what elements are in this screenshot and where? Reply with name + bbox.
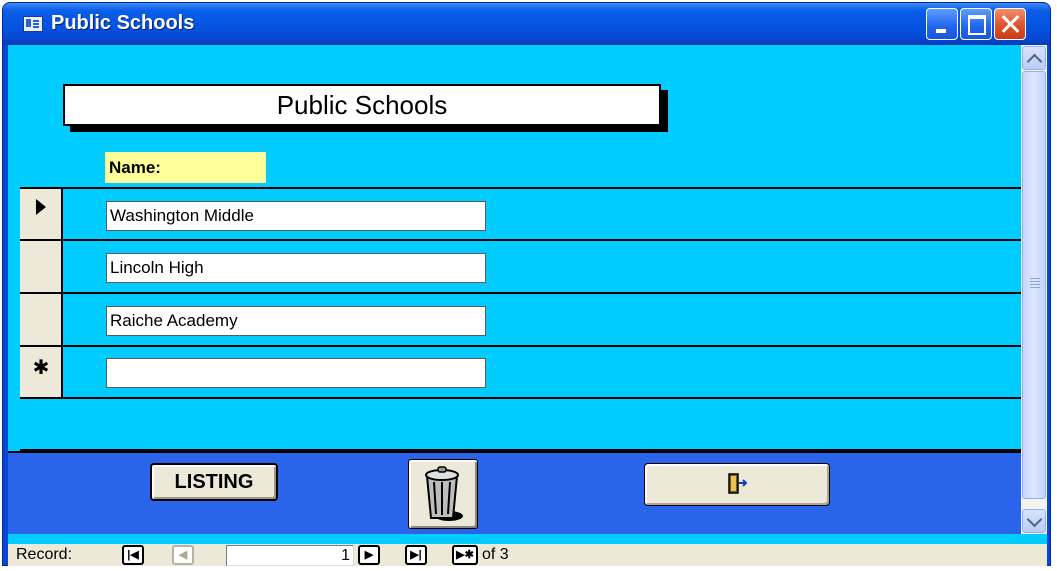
- record-count: of 3: [482, 546, 509, 563]
- close-button[interactable]: [994, 8, 1026, 40]
- new-record-icon: ▶✱: [456, 549, 474, 561]
- row-divider: [20, 397, 1026, 399]
- maximize-button[interactable]: [960, 8, 992, 40]
- next-record-button[interactable]: ▶: [358, 545, 380, 565]
- exit-door-icon: [728, 473, 748, 494]
- previous-record-icon: ◀: [178, 549, 188, 561]
- selector-column-border: [61, 187, 63, 399]
- exit-form-button[interactable]: [644, 463, 830, 506]
- window-title: Public Schools: [51, 12, 195, 34]
- scroll-grip-icon: [1030, 278, 1040, 279]
- name-column-label: Name:: [105, 152, 266, 183]
- title-bar[interactable]: Public Schools: [3, 3, 1050, 45]
- row-divider: [20, 345, 1026, 347]
- scroll-thumb[interactable]: [1022, 71, 1046, 499]
- row-divider: [20, 187, 1026, 189]
- chevron-up-icon: [1026, 53, 1043, 70]
- row-divider: [20, 292, 1026, 294]
- form-heading: Public Schools: [63, 84, 661, 126]
- footer-divider: [8, 451, 1021, 453]
- chevron-down-icon: [1026, 511, 1043, 528]
- delete-record-button[interactable]: [408, 459, 478, 529]
- next-record-icon: ▶: [364, 549, 374, 561]
- row-divider: [20, 239, 1026, 241]
- first-record-icon: |◀: [127, 549, 139, 561]
- listing-button[interactable]: LISTING: [150, 463, 278, 501]
- minimize-button[interactable]: [926, 8, 958, 40]
- record-label: Record:: [16, 546, 73, 563]
- vertical-scrollbar[interactable]: [1021, 45, 1047, 534]
- school-name-field[interactable]: Washington Middle: [106, 201, 486, 231]
- current-record-arrow-icon[interactable]: [36, 199, 46, 215]
- last-record-icon: ▶|: [410, 549, 422, 561]
- scroll-down-button[interactable]: [1022, 509, 1046, 533]
- form-client-area: Public Schools Name: ✱ Washington Middle…: [8, 45, 1047, 544]
- access-form-window: Public Schools Public Schools Name: ✱ Wa…: [2, 2, 1051, 566]
- new-record-asterisk-icon[interactable]: ✱: [22, 355, 60, 380]
- previous-record-button[interactable]: ◀: [172, 545, 194, 565]
- record-navigation-bar: Record: |◀ ◀ 1 ▶ ▶| ▶✱ of 3: [8, 544, 1047, 566]
- new-record-button[interactable]: ▶✱: [452, 545, 478, 565]
- form-icon: [23, 16, 43, 32]
- first-record-button[interactable]: |◀: [122, 545, 144, 565]
- current-record-input[interactable]: 1: [226, 545, 354, 566]
- last-record-button[interactable]: ▶|: [405, 545, 427, 565]
- trash-can-icon: [425, 466, 463, 521]
- school-name-field[interactable]: Raiche Academy: [106, 306, 486, 336]
- new-school-name-field[interactable]: [106, 358, 486, 388]
- scroll-up-button[interactable]: [1022, 46, 1046, 70]
- school-name-field[interactable]: Lincoln High: [106, 253, 486, 283]
